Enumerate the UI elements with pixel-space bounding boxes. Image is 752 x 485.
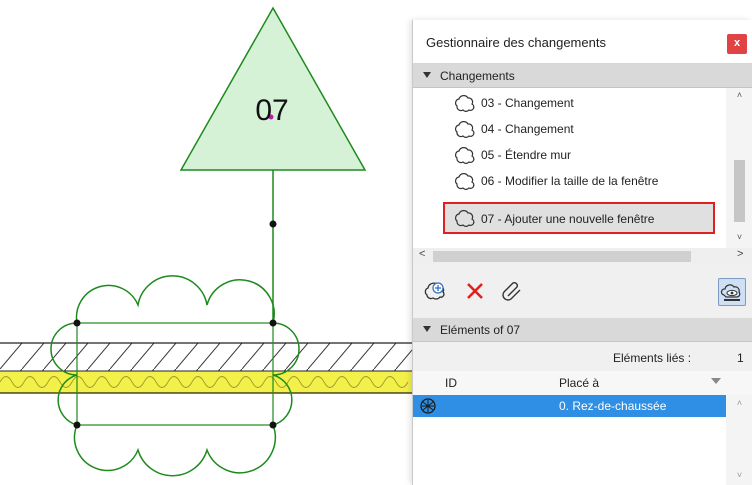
changes-toolbar: [413, 270, 752, 318]
changes-section-title: Changements: [440, 69, 515, 83]
revision-cloud-icon: [455, 121, 475, 138]
collapse-triangle-icon: [423, 326, 431, 332]
panel-title: Gestionnaire des changements: [426, 35, 606, 50]
elements-table-header: ID Placé à: [413, 371, 752, 395]
link-icon: [502, 282, 521, 301]
change-marker-triangle[interactable]: [179, 6, 367, 171]
node-point[interactable]: [73, 319, 81, 327]
change-item-label: 07 - Ajouter une nouvelle fenêtre: [481, 212, 655, 226]
changes-list[interactable]: 03 - Changement 04 - Changement 05 - Éte…: [413, 88, 752, 263]
new-change-icon: [424, 282, 445, 300]
elements-section-title: Eléments of 07: [440, 323, 521, 337]
show-changes-icon: [720, 284, 741, 301]
scroll-up-icon[interactable]: ˄: [726, 90, 752, 100]
insulation-band: [0, 371, 412, 393]
collapse-triangle-icon: [423, 72, 431, 78]
change-item-label: 03 - Changement: [481, 96, 574, 110]
node-point[interactable]: [269, 319, 277, 327]
revision-cloud-icon: [455, 95, 475, 112]
scroll-thumb[interactable]: [734, 160, 745, 222]
placed-at-value: 0. Rez-de-chaussée: [559, 399, 667, 413]
changes-section-header[interactable]: Changements: [413, 64, 752, 88]
scroll-up-icon[interactable]: ˄: [726, 398, 752, 408]
elements-section-header[interactable]: Eléments of 07: [413, 318, 752, 342]
revision-cloud-icon: [455, 147, 475, 164]
scroll-left-icon[interactable]: <: [419, 248, 425, 260]
table-row[interactable]: 0. Rez-de-chaussée: [413, 395, 726, 417]
elements-vertical-scrollbar[interactable]: ˄ ˅: [726, 394, 752, 485]
new-change-button[interactable]: [421, 277, 449, 305]
scroll-down-icon[interactable]: ˅: [726, 470, 752, 480]
change-item-label: 05 - Étendre mur: [481, 148, 572, 162]
link-elements-button[interactable]: [499, 277, 527, 305]
delete-icon: [467, 283, 483, 299]
linked-elements-label: Eléments liés :: [613, 351, 692, 365]
changes-horizontal-scrollbar[interactable]: < >: [413, 248, 752, 265]
changes-vertical-scrollbar[interactable]: ˄ ˅: [726, 88, 752, 248]
column-header-placed-at[interactable]: Placé à: [559, 376, 599, 390]
change-manager-panel: Gestionnaire des changements x Changemen…: [412, 20, 752, 485]
panel-title-bar[interactable]: Gestionnaire des changements x: [413, 20, 752, 64]
change-item[interactable]: 04 - Changement: [445, 116, 725, 142]
node-point[interactable]: [269, 421, 277, 429]
delete-change-button[interactable]: [461, 277, 489, 305]
node-point[interactable]: [269, 220, 277, 228]
scroll-down-icon[interactable]: ˅: [726, 232, 752, 242]
wall-hatch: [0, 343, 412, 371]
change-item[interactable]: 03 - Changement: [445, 90, 725, 116]
show-changes-toggle[interactable]: [718, 278, 746, 306]
change-marker-label: 07: [255, 94, 289, 127]
scroll-thumb[interactable]: [433, 251, 691, 262]
change-item-label: 04 - Changement: [481, 122, 574, 136]
column-header-id[interactable]: ID: [445, 376, 457, 390]
change-item[interactable]: 06 - Modifier la taille de la fenêtre: [445, 168, 725, 194]
linked-elements-count: 1: [737, 351, 744, 365]
scroll-right-icon[interactable]: >: [737, 248, 743, 260]
change-item-label: 06 - Modifier la taille de la fenêtre: [481, 174, 659, 188]
node-point[interactable]: [73, 421, 81, 429]
change-item[interactable]: 05 - Étendre mur: [445, 142, 725, 168]
change-item-selected[interactable]: 07 - Ajouter une nouvelle fenêtre: [443, 202, 715, 234]
element-icon: [420, 398, 436, 414]
sort-dropdown-icon[interactable]: [711, 378, 721, 384]
revision-cloud-icon: [455, 210, 475, 227]
close-button[interactable]: x: [727, 34, 747, 54]
revision-cloud-icon: [455, 173, 475, 190]
